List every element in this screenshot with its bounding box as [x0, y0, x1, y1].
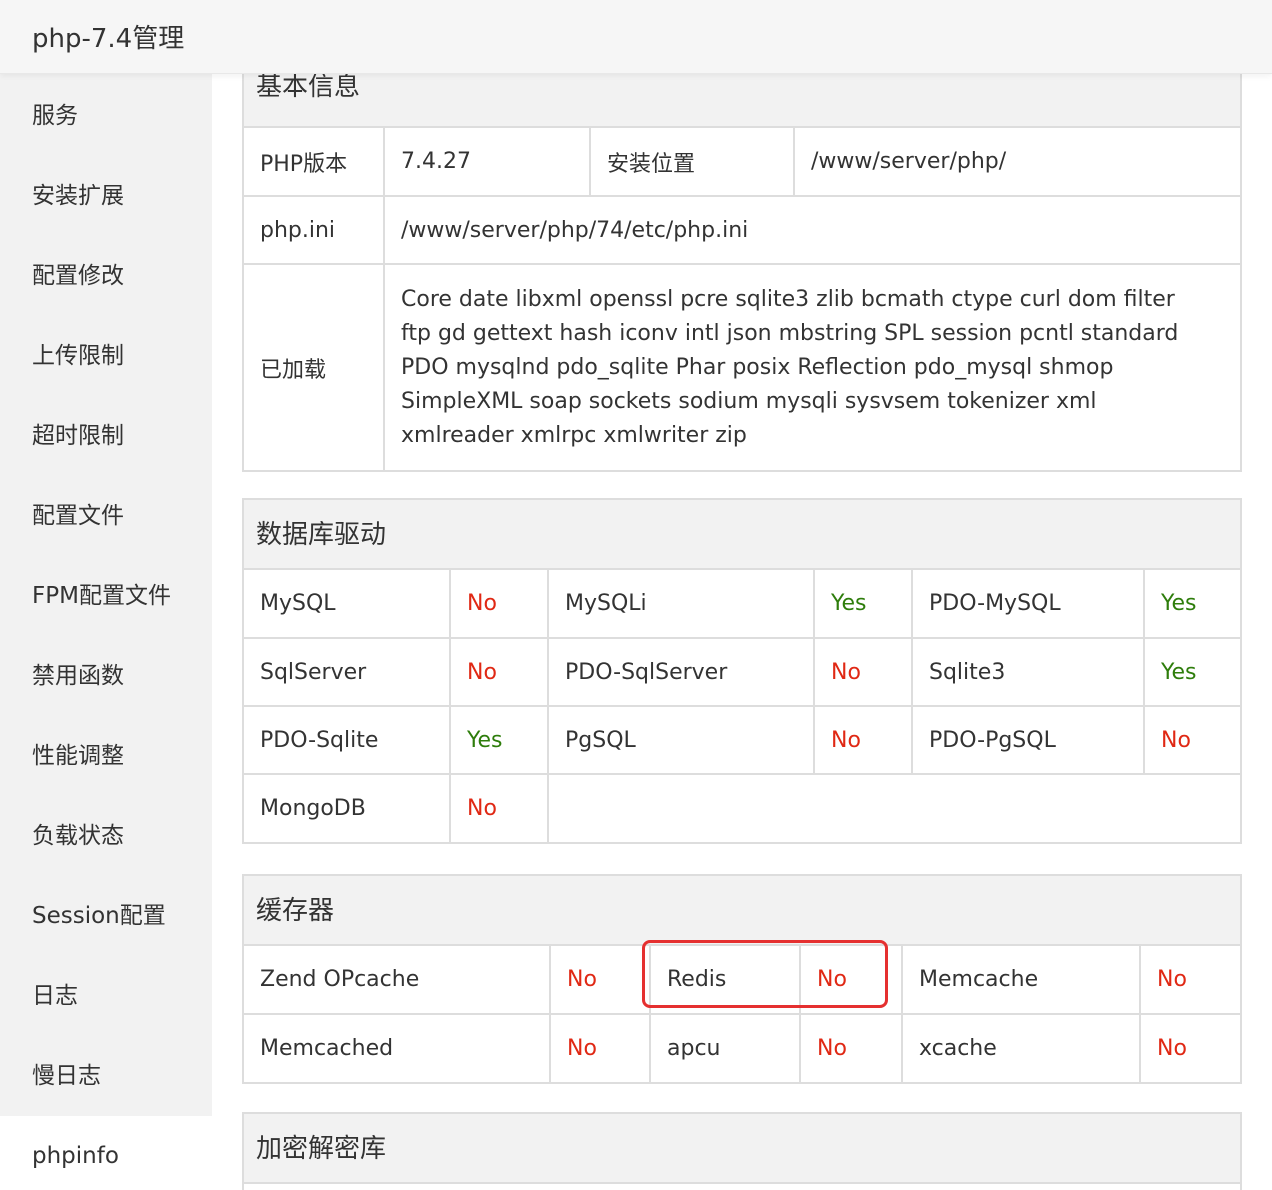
db-name: PDO-SqlServer — [548, 638, 815, 707]
php-ini-label: php.ini — [244, 196, 385, 265]
install-path-label: 安装位置 — [590, 128, 795, 197]
db-name: PDO-PgSQL — [912, 706, 1145, 775]
sidebar-item-timeout-limit[interactable]: 超时限制 — [0, 396, 212, 476]
main-content: 基本信息 PHP版本 7.4.27 安装位置 /www/server/php/ … — [212, 74, 1272, 1190]
db-status: Yes — [814, 570, 913, 639]
table-row: PDO-Sqlite Yes PgSQL No PDO-PgSQL No — [244, 706, 1240, 775]
loaded-label: 已加载 — [244, 264, 385, 470]
sidebar-item-slow-log[interactable]: 慢日志 — [0, 1036, 212, 1116]
table-row: MySQL No MySQLi Yes PDO-MySQL Yes — [244, 570, 1240, 639]
db-status: No — [1144, 706, 1240, 775]
db-name: MySQL — [244, 570, 451, 639]
basic-info-title: 基本信息 — [244, 74, 1240, 128]
db-driver-title: 数据库驱动 — [244, 500, 1240, 570]
db-name: Sqlite3 — [912, 638, 1145, 707]
cache-status: No — [1140, 946, 1240, 1015]
cache-name: Zend OPcache — [244, 946, 551, 1015]
table-row: php.ini /www/server/php/74/etc/php.ini — [244, 196, 1240, 265]
table-row: SqlServer No PDO-SqlServer No Sqlite3 Ye… — [244, 638, 1240, 707]
sidebar-item-install-extension[interactable]: 安装扩展 — [0, 156, 212, 236]
db-status: No — [814, 706, 913, 775]
sidebar-item-log[interactable]: 日志 — [0, 956, 212, 1036]
sidebar-item-config-edit[interactable]: 配置修改 — [0, 236, 212, 316]
sidebar-item-phpinfo[interactable]: phpinfo — [0, 1116, 212, 1190]
cache-status: No — [550, 1014, 651, 1082]
db-name: SqlServer — [244, 638, 451, 707]
cache-title: 缓存器 — [244, 876, 1240, 946]
sidebar-item-load-status[interactable]: 负载状态 — [0, 796, 212, 876]
table-row: 已加载 Core date libxml openssl pcre sqlite… — [244, 264, 1240, 470]
db-status: Yes — [1144, 638, 1240, 707]
db-status: No — [450, 774, 549, 842]
crypto-title: 加密解密库 — [244, 1114, 1240, 1184]
cache-name: Memcached — [244, 1014, 551, 1082]
install-path-value: /www/server/php/ — [794, 128, 1240, 197]
db-status: No — [450, 638, 549, 707]
php-ini-value: /www/server/php/74/etc/php.ini — [384, 196, 1240, 265]
db-name: PgSQL — [548, 706, 815, 775]
empty-cell — [548, 774, 1240, 842]
cache-name: xcache — [902, 1014, 1141, 1082]
cache-status: No — [1157, 1036, 1187, 1061]
sidebar-item-fpm-config-file[interactable]: FPM配置文件 — [0, 556, 212, 636]
cache-name: Memcache — [902, 946, 1141, 1015]
sidebar-item-config-file[interactable]: 配置文件 — [0, 476, 212, 556]
table-row: PHP版本 7.4.27 安装位置 /www/server/php/ — [244, 128, 1240, 197]
crypto-panel: 加密解密库 — [242, 1112, 1242, 1190]
sidebar-item-session-config[interactable]: Session配置 — [0, 876, 212, 956]
php-version-label: PHP版本 — [244, 128, 385, 197]
cache-table: Zend OPcache No Redis No Memcache No Mem… — [244, 946, 1240, 1082]
loaded-extensions: Core date libxml openssl pcre sqlite3 zl… — [401, 286, 1179, 448]
table-row: MongoDB No — [244, 774, 1240, 842]
sidebar-item-service[interactable]: 服务 — [0, 76, 212, 156]
php-version-value: 7.4.27 — [384, 128, 591, 197]
basic-info-table: PHP版本 7.4.27 安装位置 /www/server/php/ php.i… — [244, 128, 1240, 470]
db-status: Yes — [450, 706, 549, 775]
cache-panel: 缓存器 Zend OPcache No Redis No Memcache No… — [242, 874, 1242, 1084]
sidebar-item-performance[interactable]: 性能调整 — [0, 716, 212, 796]
table-row: Zend OPcache No Redis No Memcache No — [244, 946, 1240, 1015]
sidebar-item-disabled-functions[interactable]: 禁用函数 — [0, 636, 212, 716]
db-name: PDO-MySQL — [912, 570, 1145, 639]
cache-name-redis: Redis — [650, 946, 801, 1015]
db-name: MySQLi — [548, 570, 815, 639]
cache-name: apcu — [650, 1014, 801, 1082]
sidebar: 服务 安装扩展 配置修改 上传限制 超时限制 配置文件 FPM配置文件 禁用函数… — [0, 74, 212, 1190]
db-status: No — [814, 638, 913, 707]
window-title: php-7.4管理 — [32, 24, 185, 54]
db-driver-table: MySQL No MySQLi Yes PDO-MySQL Yes SqlSer… — [244, 570, 1240, 842]
cache-status-redis: No — [800, 946, 903, 1015]
table-row: Memcached No apcu No xcache No — [244, 1014, 1240, 1082]
db-status: Yes — [1144, 570, 1240, 639]
window-header: php-7.4管理 — [0, 0, 1272, 74]
cache-status: No — [550, 946, 651, 1015]
cache-status: No — [800, 1014, 903, 1082]
sidebar-item-upload-limit[interactable]: 上传限制 — [0, 316, 212, 396]
db-status: No — [450, 570, 549, 639]
db-name: PDO-Sqlite — [244, 706, 451, 775]
basic-info-panel: 基本信息 PHP版本 7.4.27 安装位置 /www/server/php/ … — [242, 74, 1242, 472]
db-driver-panel: 数据库驱动 MySQL No MySQLi Yes PDO-MySQL Yes … — [242, 498, 1242, 844]
db-name: MongoDB — [244, 774, 451, 842]
